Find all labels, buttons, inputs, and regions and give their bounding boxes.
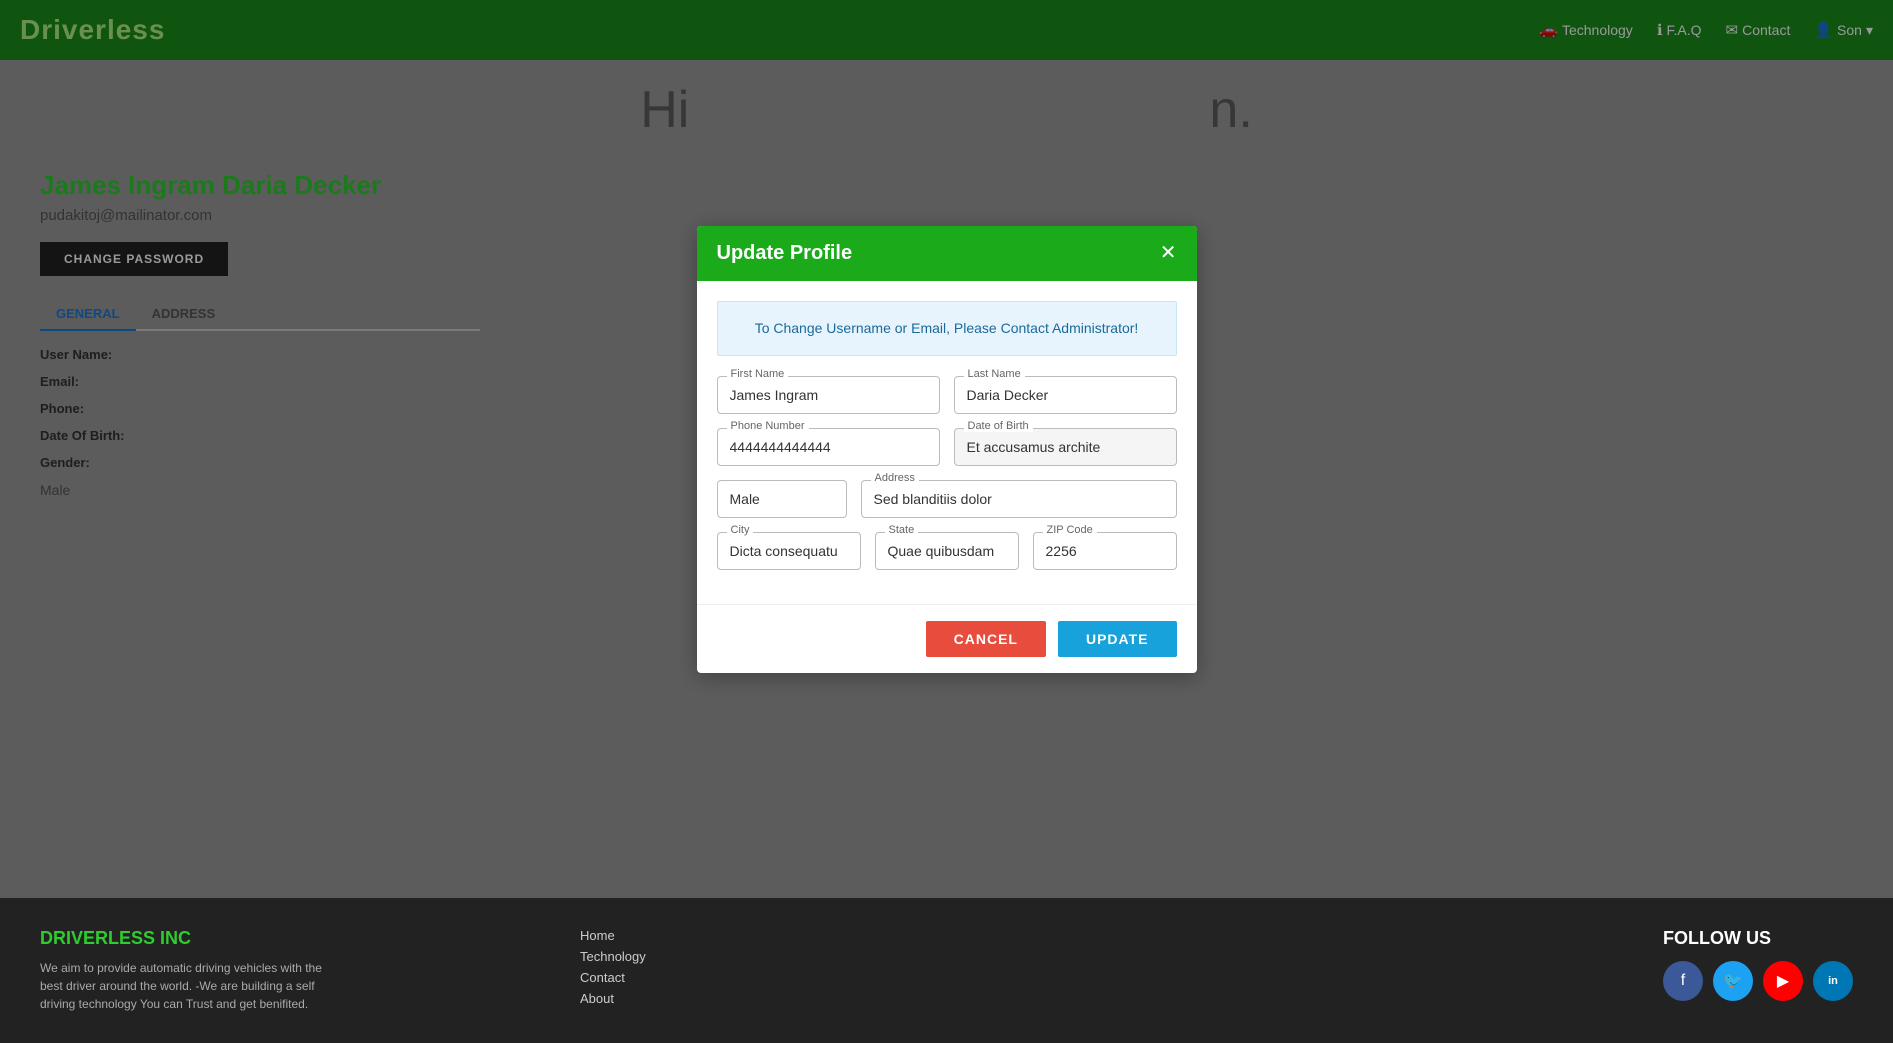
footer-links: Home Technology Contact About: [580, 928, 646, 1006]
zip-label: ZIP Code: [1043, 524, 1097, 536]
city-group: City: [717, 532, 861, 570]
footer-social: FOLLOW US f 🐦 ▶ in: [1663, 928, 1853, 1001]
footer-link-about[interactable]: About: [580, 991, 646, 1006]
phone-group: Phone Number: [717, 428, 940, 466]
dob-input[interactable]: [954, 428, 1177, 466]
footer-brand-section: DRIVERLESS INC We aim to provide automat…: [40, 928, 340, 1013]
footer: DRIVERLESS INC We aim to provide automat…: [0, 898, 1893, 1043]
follow-us-label: FOLLOW US: [1663, 928, 1853, 949]
address-label: Address: [871, 472, 919, 484]
state-group: State: [875, 532, 1019, 570]
twitter-icon[interactable]: 🐦: [1713, 961, 1753, 1001]
modal-title: Update Profile: [717, 242, 853, 265]
last-name-group: Last Name: [954, 376, 1177, 414]
dob-label: Date of Birth: [964, 420, 1033, 432]
first-name-label: First Name: [727, 368, 789, 380]
update-profile-modal: Update Profile ✕ To Change Username or E…: [697, 226, 1197, 673]
last-name-label: Last Name: [964, 368, 1025, 380]
name-row: First Name Last Name: [717, 376, 1177, 414]
footer-description: We aim to provide automatic driving vehi…: [40, 959, 340, 1013]
update-button[interactable]: UPDATE: [1058, 621, 1177, 657]
gender-group: [717, 480, 847, 518]
first-name-group: First Name: [717, 376, 940, 414]
phone-dob-row: Phone Number Date of Birth: [717, 428, 1177, 466]
modal-footer: CANCEL UPDATE: [697, 604, 1197, 673]
linkedin-icon[interactable]: in: [1813, 961, 1853, 1001]
youtube-icon[interactable]: ▶: [1763, 961, 1803, 1001]
first-name-input[interactable]: [717, 376, 940, 414]
social-icons: f 🐦 ▶ in: [1663, 961, 1853, 1001]
address-input[interactable]: [861, 480, 1177, 518]
phone-label: Phone Number: [727, 420, 809, 432]
modal-close-button[interactable]: ✕: [1160, 243, 1177, 263]
address-group: Address: [861, 480, 1177, 518]
city-label: City: [727, 524, 754, 536]
last-name-input[interactable]: [954, 376, 1177, 414]
facebook-icon[interactable]: f: [1663, 961, 1703, 1001]
footer-link-home[interactable]: Home: [580, 928, 646, 943]
cancel-button[interactable]: CANCEL: [926, 621, 1046, 657]
modal-header: Update Profile ✕: [697, 226, 1197, 281]
state-input[interactable]: [875, 532, 1019, 570]
state-label: State: [885, 524, 919, 536]
footer-link-contact[interactable]: Contact: [580, 970, 646, 985]
footer-link-technology[interactable]: Technology: [580, 949, 646, 964]
footer-brand: DRIVERLESS INC: [40, 928, 340, 949]
city-input[interactable]: [717, 532, 861, 570]
gender-address-row: Address: [717, 480, 1177, 518]
zip-input[interactable]: [1033, 532, 1177, 570]
city-state-zip-row: City State ZIP Code: [717, 532, 1177, 570]
info-banner: To Change Username or Email, Please Cont…: [717, 301, 1177, 356]
modal-overlay: Update Profile ✕ To Change Username or E…: [0, 0, 1893, 898]
phone-input[interactable]: [717, 428, 940, 466]
modal-body: To Change Username or Email, Please Cont…: [697, 281, 1197, 604]
gender-input[interactable]: [717, 480, 847, 518]
dob-group: Date of Birth: [954, 428, 1177, 466]
zip-group: ZIP Code: [1033, 532, 1177, 570]
